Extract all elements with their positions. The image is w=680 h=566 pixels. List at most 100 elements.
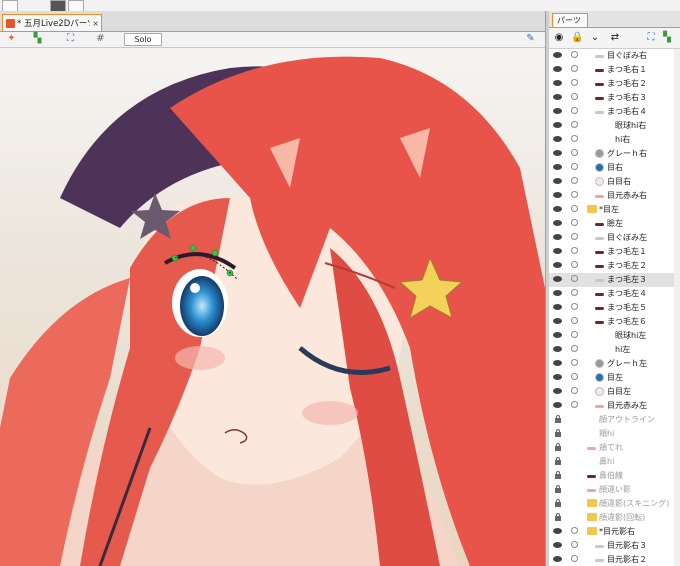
list-item[interactable]: まつ毛右２: [549, 77, 680, 91]
select-circle-icon[interactable]: [569, 163, 579, 173]
list-item[interactable]: 目左: [549, 371, 680, 385]
eye-icon[interactable]: [552, 107, 563, 117]
select-circle-icon[interactable]: [569, 219, 579, 229]
list-item[interactable]: まつ毛左６: [549, 315, 680, 329]
select-circle-icon[interactable]: [569, 387, 579, 397]
select-circle-icon[interactable]: [569, 289, 579, 299]
select-circle-icon[interactable]: [569, 177, 579, 187]
lock-icon[interactable]: [552, 471, 563, 481]
select-circle-icon[interactable]: [569, 359, 579, 369]
select-circle-icon[interactable]: [569, 541, 579, 551]
swap-icon[interactable]: ⇄: [609, 32, 621, 44]
select-circle-icon[interactable]: [569, 191, 579, 201]
select-circle-icon[interactable]: [569, 247, 579, 257]
list-item[interactable]: 目元赤み左: [549, 399, 680, 413]
select-circle-icon[interactable]: [569, 51, 579, 61]
list-item[interactable]: 白目左: [549, 385, 680, 399]
solo-button[interactable]: Solo: [124, 33, 162, 46]
list-item[interactable]: グレーｈ左: [549, 357, 680, 371]
list-item[interactable]: *目元影右: [549, 525, 680, 539]
list-item[interactable]: まつ毛右１: [549, 63, 680, 77]
select-circle-icon[interactable]: [569, 527, 579, 537]
select-circle-icon[interactable]: [569, 233, 579, 243]
eye-icon[interactable]: ◉: [553, 32, 565, 44]
list-item[interactable]: 顔違影(回転): [549, 511, 680, 525]
list-item[interactable]: 眼球hi左: [549, 329, 680, 343]
eye-icon[interactable]: [552, 135, 563, 145]
eye-icon[interactable]: [552, 373, 563, 383]
lock-icon[interactable]: [552, 499, 563, 509]
lock-icon[interactable]: [552, 443, 563, 453]
pen-icon[interactable]: ✎: [524, 33, 537, 45]
list-item[interactable]: 目ぐぼみ右: [549, 49, 680, 63]
glue-icon[interactable]: ⛶: [64, 33, 77, 45]
close-tab-icon[interactable]: ×: [90, 19, 101, 28]
list-item[interactable]: hi左: [549, 343, 680, 357]
eye-icon[interactable]: [552, 359, 563, 369]
document-tab[interactable]: * 五月Live2Dパーツ分け ×: [2, 14, 102, 31]
tab-parts[interactable]: パーツ: [552, 13, 588, 27]
eye-icon[interactable]: [552, 247, 563, 257]
eye-icon[interactable]: [552, 345, 563, 355]
mesh-edit-icon[interactable]: ▚: [31, 33, 44, 45]
lock-icon[interactable]: [552, 513, 563, 523]
list-item[interactable]: 顔違い影: [549, 483, 680, 497]
lock-icon[interactable]: [552, 457, 563, 467]
eye-icon[interactable]: [552, 275, 563, 285]
eye-icon[interactable]: [552, 387, 563, 397]
list-item[interactable]: 鼻伯線: [549, 469, 680, 483]
eye-icon[interactable]: [552, 541, 563, 551]
select-circle-icon[interactable]: [569, 317, 579, 327]
lock-icon[interactable]: [552, 429, 563, 439]
eye-icon[interactable]: [552, 527, 563, 537]
list-item[interactable]: 鼻hi: [549, 455, 680, 469]
list-item[interactable]: 顔違影(スキニング): [549, 497, 680, 511]
eye-icon[interactable]: [552, 93, 563, 103]
eye-icon[interactable]: [552, 79, 563, 89]
eye-icon[interactable]: [552, 303, 563, 313]
glue-icon[interactable]: ⛶: [645, 32, 657, 44]
eye-icon[interactable]: [552, 121, 563, 131]
list-item[interactable]: 目元影右２: [549, 553, 680, 566]
list-item[interactable]: 目元影右３: [549, 539, 680, 553]
eye-icon[interactable]: [552, 401, 563, 411]
eye-icon[interactable]: [552, 289, 563, 299]
eye-icon[interactable]: [552, 219, 563, 229]
select-circle-icon[interactable]: [569, 205, 579, 215]
eye-icon[interactable]: [552, 555, 563, 565]
select-circle-icon[interactable]: [569, 93, 579, 103]
eye-icon[interactable]: [552, 177, 563, 187]
select-circle-icon[interactable]: [569, 303, 579, 313]
select-circle-icon[interactable]: [569, 79, 579, 89]
parts-scrollbar[interactable]: [674, 49, 680, 566]
select-circle-icon[interactable]: [569, 401, 579, 411]
list-item[interactable]: 目元赤み右: [549, 189, 680, 203]
select-circle-icon[interactable]: [569, 331, 579, 341]
eye-icon[interactable]: [552, 149, 563, 159]
select-circle-icon[interactable]: [569, 149, 579, 159]
list-item[interactable]: 頬てれ: [549, 441, 680, 455]
list-item[interactable]: 顔アウトライン: [549, 413, 680, 427]
list-item[interactable]: 瞼左: [549, 217, 680, 231]
artwork-canvas[interactable]: [0, 48, 545, 566]
lock-icon[interactable]: [552, 415, 563, 425]
select-circle-icon[interactable]: [569, 65, 579, 75]
lock-icon[interactable]: 🔒: [571, 32, 583, 44]
list-item[interactable]: 目右: [549, 161, 680, 175]
list-item[interactable]: グレーｈ右: [549, 147, 680, 161]
select-circle-icon[interactable]: [569, 135, 579, 145]
eye-icon[interactable]: [552, 331, 563, 341]
select-circle-icon[interactable]: [569, 121, 579, 131]
list-item[interactable]: 眼球hi右: [549, 119, 680, 133]
eye-icon[interactable]: [552, 163, 563, 173]
list-item[interactable]: まつ毛左５: [549, 301, 680, 315]
select-circle-icon[interactable]: [569, 345, 579, 355]
list-item[interactable]: 目ぐぼみ左: [549, 231, 680, 245]
lock-icon[interactable]: [552, 485, 563, 495]
chevron-down-icon[interactable]: ⌄: [589, 32, 601, 44]
select-circle-icon[interactable]: [569, 261, 579, 271]
list-item[interactable]: まつ毛右３: [549, 91, 680, 105]
eye-icon[interactable]: [552, 233, 563, 243]
eye-icon[interactable]: [552, 51, 563, 61]
select-circle-icon[interactable]: [569, 555, 579, 565]
